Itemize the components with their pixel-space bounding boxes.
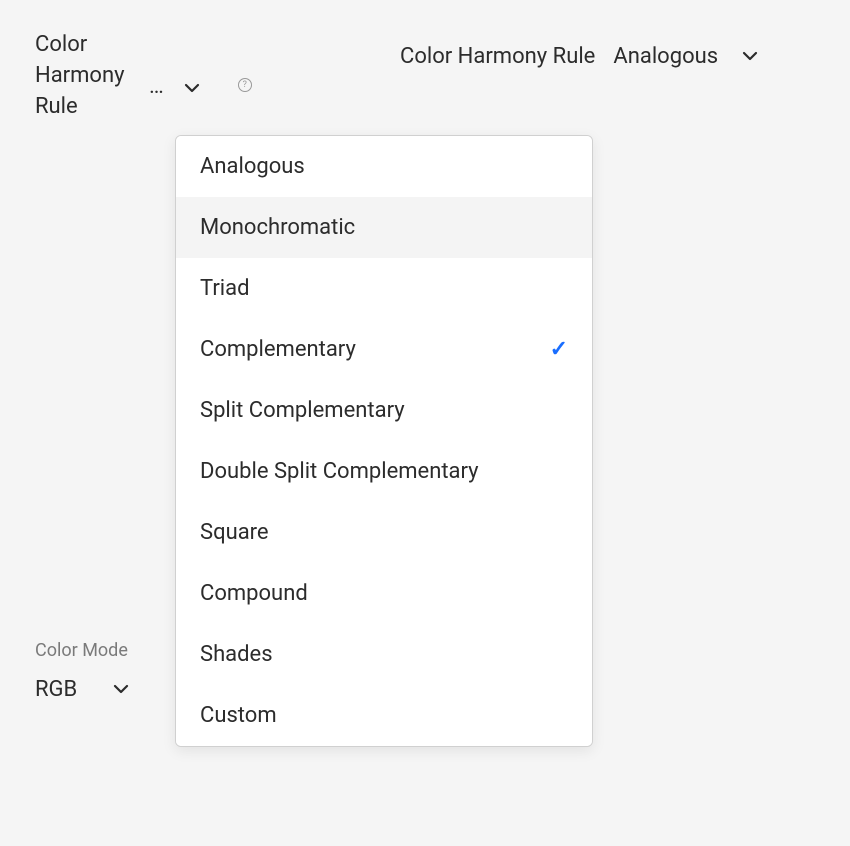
dropdown-item-label: Square	[200, 520, 269, 545]
color-mode-select: Color Mode RGB	[35, 640, 135, 703]
chevron-down-icon	[111, 679, 131, 699]
dropdown-item[interactable]: Complementary ✓	[176, 319, 592, 380]
dropdown-item[interactable]: Square	[176, 502, 592, 563]
dropdown-item[interactable]: Monochromatic	[176, 197, 592, 258]
dropdown-item[interactable]: Split Complementary	[176, 380, 592, 441]
harmony-rule-value-inline[interactable]: Analogous	[613, 44, 718, 69]
harmony-rule-dropdown: Analogous Monochromatic Triad Complementary…	[175, 135, 593, 747]
help-icon[interactable]: ?	[238, 78, 252, 92]
dropdown-item[interactable]: Analogous	[176, 136, 592, 197]
dropdown-item-label: Shades	[200, 642, 273, 667]
dropdown-item-label: Compound	[200, 581, 308, 606]
dropdown-item-label: Triad	[200, 276, 250, 301]
dropdown-item[interactable]: Custom	[176, 685, 592, 746]
chevron-down-icon	[182, 78, 202, 98]
dropdown-item[interactable]: Double Split Complementary	[176, 441, 592, 502]
dropdown-item-label: Analogous	[200, 154, 305, 179]
checkmark-icon: ✓	[550, 337, 568, 362]
dropdown-item-label: Double Split Complementary	[200, 459, 479, 484]
color-mode-value: RGB	[35, 677, 77, 702]
chevron-down-icon	[740, 46, 760, 66]
harmony-rule-value-truncated[interactable]: …	[149, 74, 164, 99]
dropdown-item-label: Custom	[200, 703, 277, 728]
color-mode-label: Color Mode	[35, 640, 135, 661]
color-mode-value-row[interactable]: RGB	[35, 675, 135, 703]
harmony-rule-select-inline: Color Harmony Rule Analogous	[400, 42, 764, 70]
dropdown-item[interactable]: Shades	[176, 624, 592, 685]
dropdown-item[interactable]: Triad	[176, 258, 592, 319]
dropdown-item-label: Split Complementary	[200, 398, 405, 423]
harmony-rule-select-compact: Color Harmony Rule … ?	[35, 30, 252, 122]
harmony-rule-chevron[interactable]	[178, 74, 206, 102]
harmony-rule-label-inline: Color Harmony Rule	[400, 44, 595, 69]
dropdown-item-label: Monochromatic	[200, 215, 355, 240]
harmony-rule-label-multiline: Color Harmony Rule	[35, 30, 135, 122]
color-mode-chevron[interactable]	[107, 675, 135, 703]
harmony-rule-inline-chevron[interactable]	[736, 42, 764, 70]
dropdown-item-label: Complementary	[200, 337, 356, 362]
dropdown-item[interactable]: Compound	[176, 563, 592, 624]
